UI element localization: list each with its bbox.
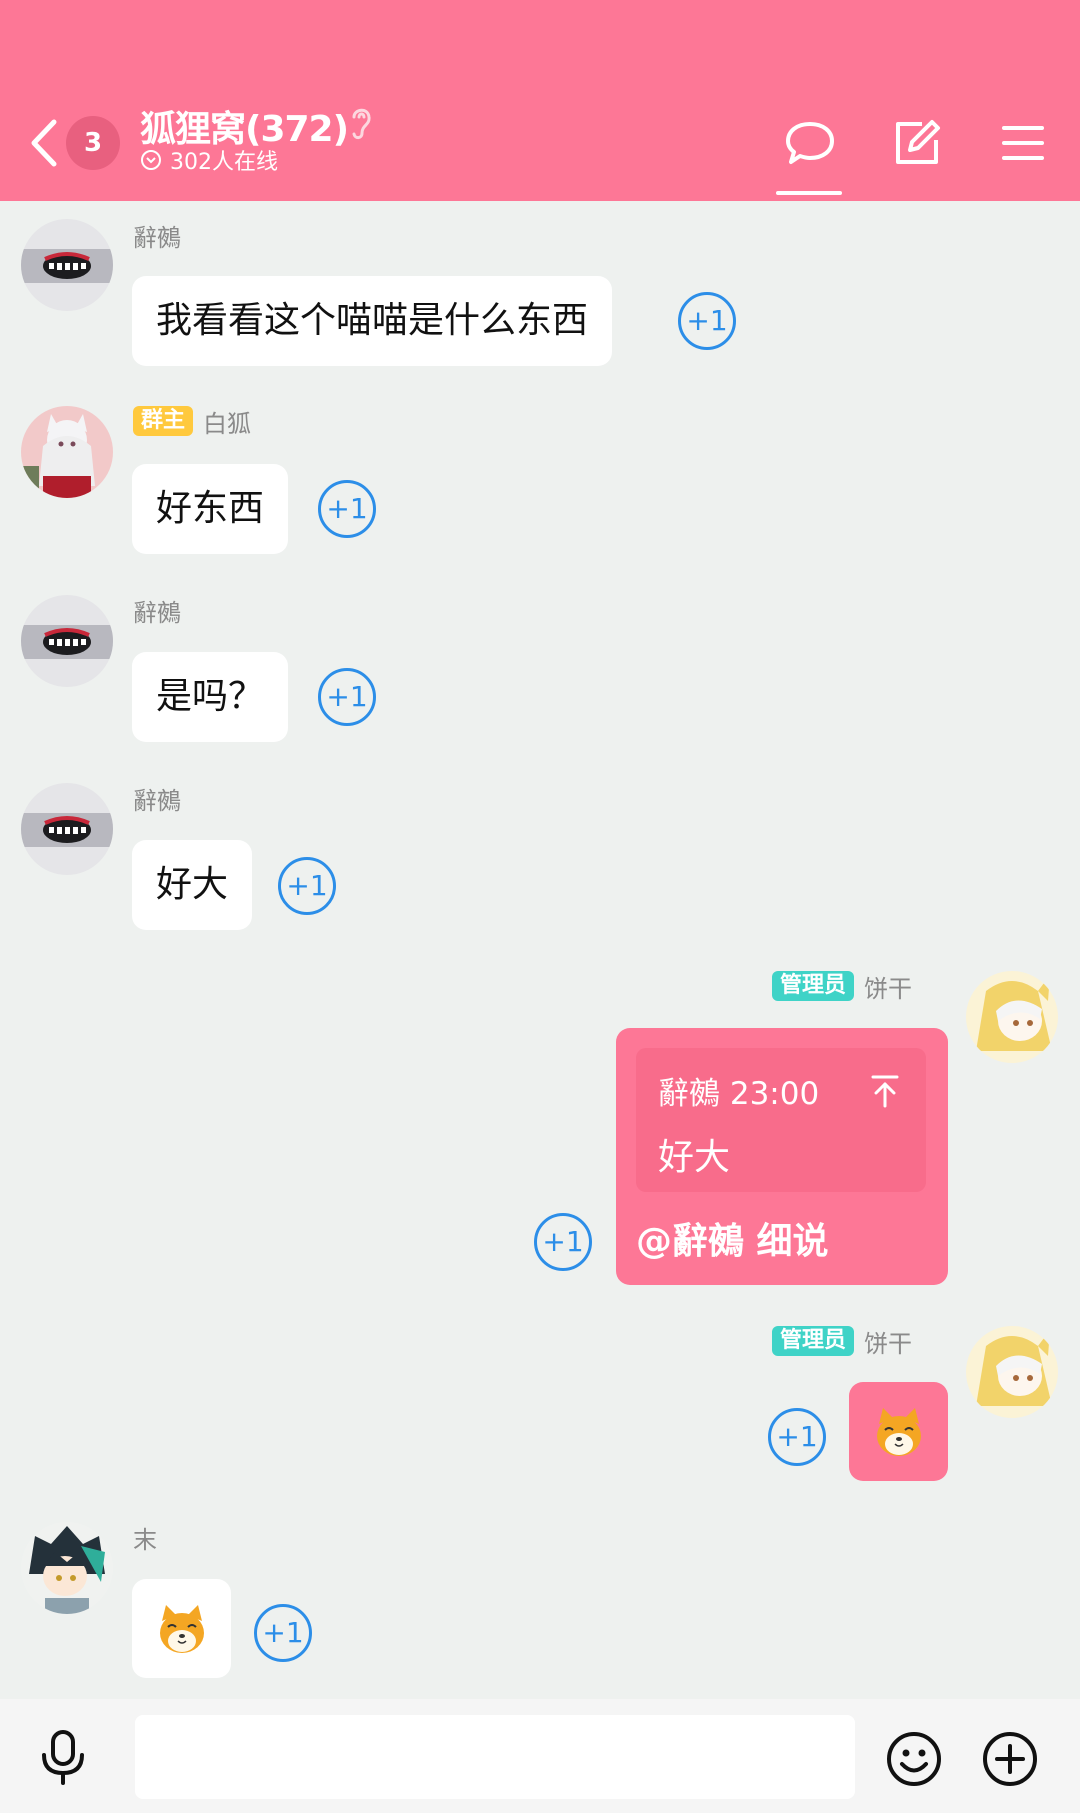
message-bubble[interactable]: 我看看这个喵喵是什么东西 <box>132 276 613 366</box>
pin-up-icon[interactable] <box>870 1074 900 1108</box>
avatar[interactable] <box>21 219 113 311</box>
shiba-sticker <box>877 1408 921 1456</box>
message-bubble[interactable]: 好大 <box>132 840 253 930</box>
mic-icon[interactable] <box>38 1729 88 1785</box>
sender-name: 末 <box>133 1525 157 1554</box>
message-bubble[interactable]: 是吗？ <box>132 652 289 742</box>
avatar[interactable] <box>966 1326 1058 1418</box>
sender-row: 辭鵺 <box>133 594 181 627</box>
reply-bubble[interactable]: 辭鵺 23:00 好大 @辭鵺 细说 <box>616 1028 948 1285</box>
message-bubble[interactable]: 好东西 <box>132 464 289 554</box>
emoji-icon[interactable] <box>886 1731 942 1787</box>
avatar[interactable] <box>21 595 113 687</box>
sender-name: 辭鵺 <box>133 786 181 815</box>
quote-meta: 辭鵺 23:00 <box>658 1076 820 1112</box>
avatar[interactable] <box>21 1522 113 1614</box>
sender-row: 管理员 饼干 <box>772 970 913 1003</box>
plus-one-button[interactable]: +1 <box>678 292 736 350</box>
sticker-bubble[interactable] <box>849 1382 948 1481</box>
sender-row: 群主 白狐 <box>133 405 252 438</box>
unread-badge[interactable]: 3 <box>66 116 120 170</box>
back-chevron-icon[interactable] <box>28 118 60 168</box>
online-status: 302人在线 <box>140 146 278 175</box>
message-list[interactable]: 辭鵺 我看看这个喵喵是什么东西 +1 群主 白狐 好东西 +1 辭鵺 是吗？ +… <box>0 201 1080 1699</box>
plus-circle-icon[interactable] <box>982 1731 1038 1787</box>
chat-header: 3 狐狸窝(372) 302人在线 <box>0 0 1080 201</box>
reply-text: @辭鵺 细说 <box>636 1221 829 1262</box>
plus-one-button[interactable]: +1 <box>278 857 336 915</box>
edit-icon[interactable] <box>892 118 942 168</box>
menu-icon[interactable] <box>1000 118 1050 168</box>
tab-indicator <box>776 191 842 195</box>
quoted-message[interactable]: 辭鵺 23:00 好大 <box>636 1048 926 1192</box>
plus-one-button[interactable]: +1 <box>318 668 376 726</box>
sender-name: 饼干 <box>864 1329 913 1358</box>
online-count: 302人在线 <box>170 150 278 175</box>
sticker-bubble[interactable] <box>132 1579 231 1678</box>
plus-one-button[interactable]: +1 <box>254 1604 312 1662</box>
avatar[interactable] <box>21 406 113 498</box>
ear-icon[interactable] <box>346 103 376 141</box>
sender-name: 白狐 <box>203 409 252 438</box>
avatar[interactable] <box>21 783 113 875</box>
plus-one-button[interactable]: +1 <box>318 480 376 538</box>
sender-row: 末 <box>133 1521 157 1554</box>
online-status-icon <box>141 150 161 170</box>
chat-bubble-icon[interactable] <box>785 118 835 168</box>
sender-name: 辭鵺 <box>133 223 181 252</box>
sender-row: 管理员 饼干 <box>772 1325 913 1358</box>
plus-one-button[interactable]: +1 <box>534 1213 592 1271</box>
admin-badge: 管理员 <box>772 971 855 1001</box>
message-input[interactable] <box>135 1715 855 1799</box>
quote-text: 好大 <box>658 1137 731 1178</box>
plus-one-button[interactable]: +1 <box>768 1408 826 1466</box>
shiba-sticker <box>160 1605 204 1653</box>
input-bar <box>0 1699 1080 1813</box>
owner-badge: 群主 <box>133 406 194 436</box>
sender-name: 饼干 <box>864 974 913 1003</box>
avatar[interactable] <box>966 971 1058 1063</box>
sender-row: 辭鵺 <box>133 219 181 252</box>
sender-row: 辭鵺 <box>133 782 181 815</box>
sender-name: 辭鵺 <box>133 598 181 627</box>
admin-badge: 管理员 <box>772 1326 855 1356</box>
